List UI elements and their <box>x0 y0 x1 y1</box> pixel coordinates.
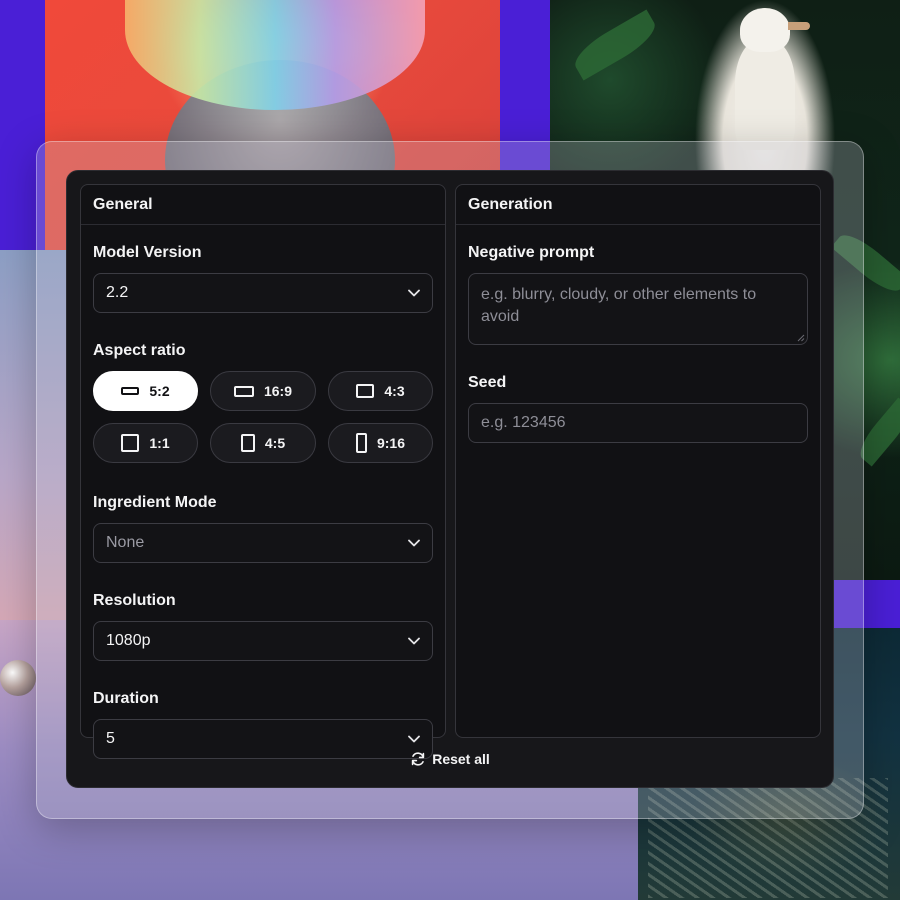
aspect-ratio-4-3[interactable]: 4:3 <box>328 371 433 411</box>
aspect-ratio-label-text: 9:16 <box>376 435 406 451</box>
seed-placeholder: e.g. 123456 <box>481 414 566 431</box>
aspect-ratio-label: Aspect ratio <box>93 342 186 359</box>
aspect-ratio-label-text: 5:2 <box>149 383 170 399</box>
chevron-down-icon <box>408 735 420 743</box>
aspect-ratio-1-1[interactable]: 1:1 <box>93 423 198 463</box>
peacock-beak <box>788 22 810 30</box>
aspect-ratio-label-text: 4:5 <box>264 435 286 451</box>
aspect-ratio-shape-icon <box>121 387 140 395</box>
generation-card: Generation Negative prompt e.g. blurry, … <box>455 184 821 738</box>
aspect-ratio-shape-icon <box>233 385 254 397</box>
aspect-ratio-label-text: 1:1 <box>149 435 170 451</box>
aspect-ratio-shape-icon <box>355 433 367 453</box>
seed-input[interactable]: e.g. 123456 <box>468 403 808 443</box>
chevron-down-icon <box>408 289 420 297</box>
general-card: General Model Version 2.2 Aspect ratio 5… <box>80 184 446 759</box>
model-version-select[interactable]: 2.2 <box>93 273 433 313</box>
aspect-ratio-shape-icon <box>356 384 375 398</box>
aspect-ratio-shape-icon <box>240 434 255 452</box>
chevron-down-icon <box>408 539 420 547</box>
leaf <box>568 9 662 81</box>
aspect-ratio-label-text: 4:3 <box>384 383 405 399</box>
chrome-sphere <box>0 660 36 696</box>
reset-all-label: Reset all <box>432 751 490 767</box>
resize-grip-icon[interactable] <box>797 334 805 342</box>
negative-prompt-placeholder: e.g. blurry, cloudy, or other elements t… <box>481 286 757 325</box>
duration-label: Duration <box>93 690 159 707</box>
aspect-ratio-9-16[interactable]: 9:16 <box>328 423 433 463</box>
negative-prompt-label: Negative prompt <box>468 244 595 261</box>
aspect-ratio-options: 5:2 16:9 4:3 1:1 4:5 9:16 <box>93 371 433 463</box>
resolution-label: Resolution <box>93 592 176 609</box>
aspect-ratio-16-9[interactable]: 16:9 <box>210 371 316 411</box>
ingredient-mode-select[interactable]: None <box>93 523 433 563</box>
refresh-icon <box>412 752 425 766</box>
ingredient-mode-label: Ingredient Mode <box>93 494 217 511</box>
peacock-head <box>740 8 790 52</box>
aspect-ratio-5-2[interactable]: 5:2 <box>93 371 198 411</box>
model-version-value: 2.2 <box>106 284 129 301</box>
footer: Reset all <box>67 751 833 767</box>
seed-label: Seed <box>468 374 507 391</box>
aspect-ratio-4-5[interactable]: 4:5 <box>210 423 316 463</box>
ingredient-mode-value: None <box>106 534 145 551</box>
resolution-select[interactable]: 1080p <box>93 621 433 661</box>
resolution-value: 1080p <box>106 632 151 649</box>
negative-prompt-textarea[interactable]: e.g. blurry, cloudy, or other elements t… <box>468 273 808 345</box>
peacock-neck <box>735 40 795 150</box>
general-title: General <box>81 185 445 225</box>
reset-all-button[interactable]: Reset all <box>410 751 490 767</box>
iridescent-visor <box>125 0 425 110</box>
generation-title: Generation <box>456 185 820 225</box>
aspect-ratio-label-text: 16:9 <box>263 383 293 399</box>
settings-panel: General Model Version 2.2 Aspect ratio 5… <box>66 170 834 788</box>
model-version-label: Model Version <box>93 244 202 261</box>
chevron-down-icon <box>408 637 420 645</box>
duration-value: 5 <box>106 730 115 747</box>
aspect-ratio-shape-icon <box>121 434 140 452</box>
